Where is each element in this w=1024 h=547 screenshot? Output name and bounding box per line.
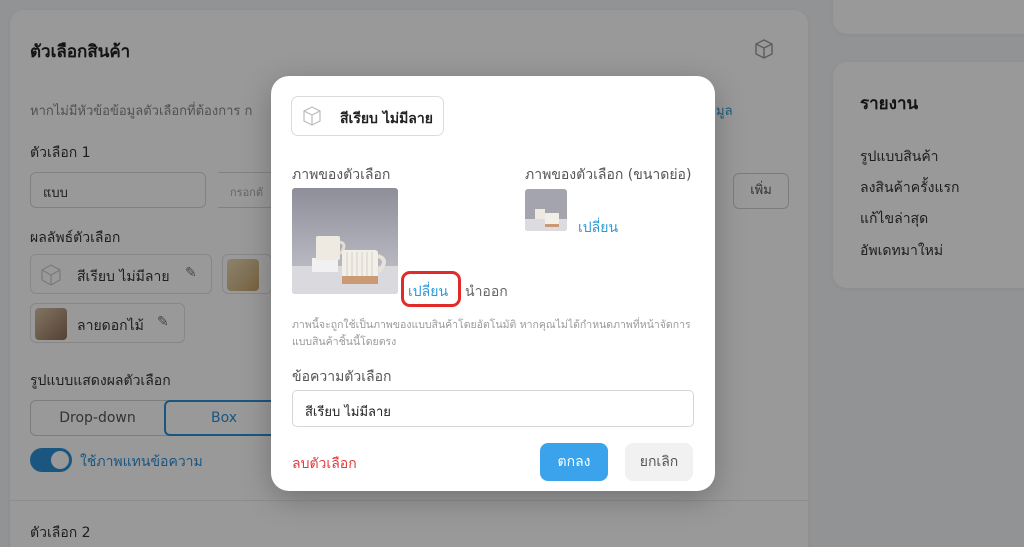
remove-image-link[interactable]: นำออก (465, 281, 508, 303)
option-image-label: ภาพของตัวเลือก (292, 167, 391, 183)
option-thumbnail-label: ภาพของตัวเลือก (ขนาดย่อ) (525, 167, 692, 183)
change-image-link[interactable]: เปลี่ยน (408, 281, 448, 303)
option-text-input[interactable]: สีเรียบ ไม่มีลาย (292, 390, 694, 427)
option-image (292, 188, 398, 294)
cancel-button[interactable]: ยกเลิก (625, 443, 693, 481)
change-thumbnail-link[interactable]: เปลี่ยน (578, 217, 618, 239)
dialog-chip-label: สีเรียบ ไม่มีลาย (340, 111, 433, 127)
option-edit-dialog: สีเรียบ ไม่มีลาย ภาพของตัวเลือก ภาพของตั… (271, 76, 715, 491)
cube-icon (303, 106, 321, 126)
delete-option-link[interactable]: ลบตัวเลือก (292, 453, 357, 475)
ok-button[interactable]: ตกลง (540, 443, 608, 481)
option-thumbnail-image (525, 189, 567, 231)
dialog-option-chip: สีเรียบ ไม่มีลาย (291, 96, 444, 136)
option-text-label: ข้อความตัวเลือก (292, 369, 392, 385)
option-text-value: สีเรียบ ไม่มีลาย (305, 405, 391, 420)
image-usage-note: ภาพนี้จะถูกใช้เป็นภาพของแบบสินค้าโดยอัตโ… (292, 319, 691, 348)
